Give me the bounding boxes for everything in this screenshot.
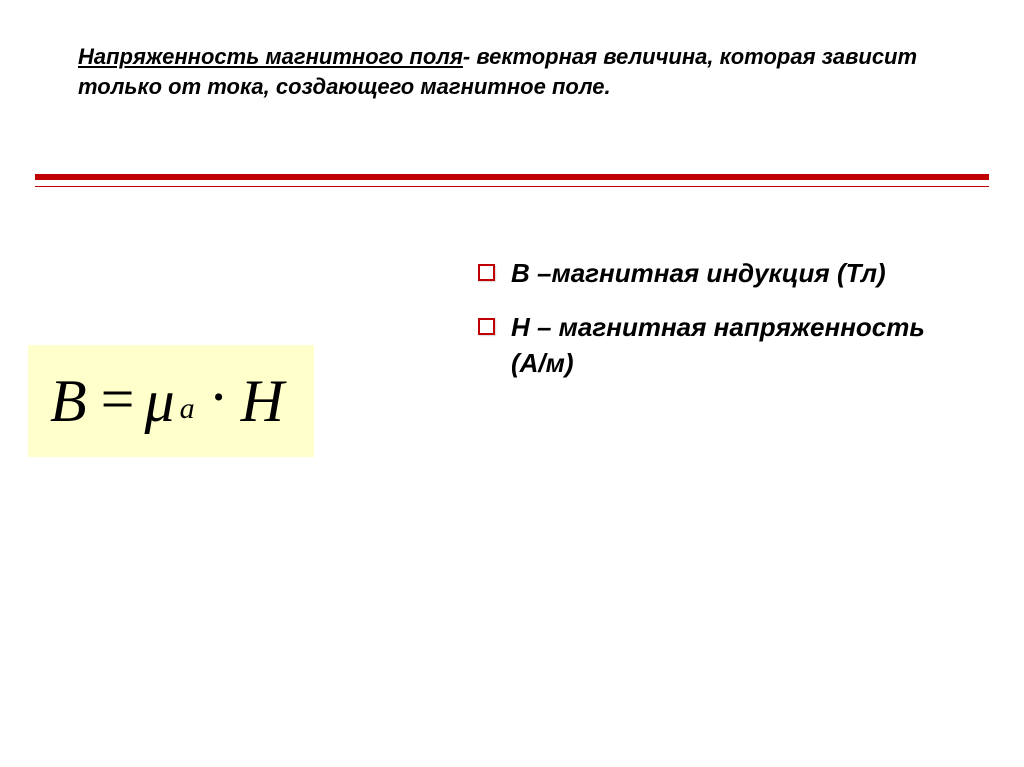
list-item: B –магнитная индукция (Тл) xyxy=(478,256,958,292)
formula-dot: · xyxy=(209,363,229,432)
formula-mu: μ xyxy=(145,367,175,436)
divider-thin xyxy=(35,186,989,187)
title-text: Напряженность магнитного поля- векторная… xyxy=(78,42,948,101)
bullet-square-icon xyxy=(478,318,495,335)
divider-thick xyxy=(35,174,989,180)
formula-box: B = μ a · H xyxy=(28,345,314,457)
bullet-text: B –магнитная индукция (Тл) xyxy=(511,256,886,292)
bullet-text: H – магнитная напряженность (А/м) xyxy=(511,310,958,382)
formula-subscript: a xyxy=(180,392,195,426)
list-item: H – магнитная напряженность (А/м) xyxy=(478,310,958,382)
slide: Напряженность магнитного поля- векторная… xyxy=(0,0,1024,767)
formula-equals: = xyxy=(101,365,135,434)
formula-rhs: H xyxy=(241,367,284,436)
title-underlined: Напряженность магнитного поля xyxy=(78,44,463,69)
bullet-square-icon xyxy=(478,264,495,281)
formula-lhs: B xyxy=(50,367,87,436)
bullet-list: B –магнитная индукция (Тл) H – магнитная… xyxy=(478,256,958,400)
